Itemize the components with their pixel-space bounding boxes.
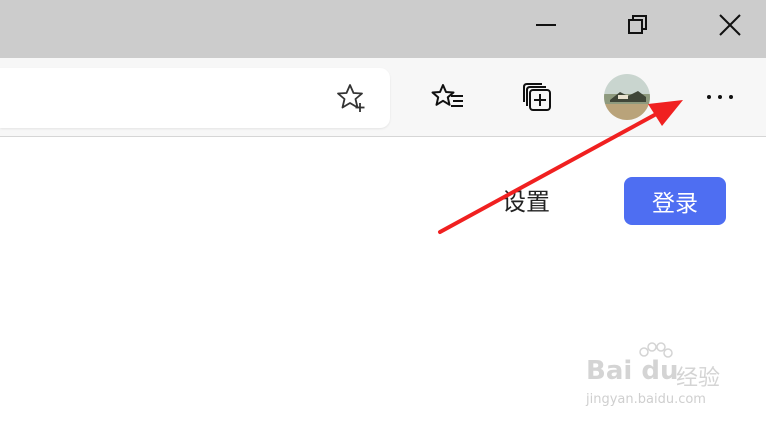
close-button[interactable] <box>702 0 758 50</box>
favorites-button[interactable] <box>428 78 468 118</box>
minimize-icon <box>536 24 556 26</box>
more-icon <box>707 95 733 99</box>
address-bar[interactable] <box>0 68 390 128</box>
profile-icon <box>604 74 650 120</box>
settings-link[interactable]: 设置 <box>502 182 550 217</box>
watermark-logo: Bai du <box>586 356 679 386</box>
title-bar <box>0 0 766 58</box>
add-favorite-button[interactable] <box>332 78 372 118</box>
more-options-button[interactable] <box>700 80 740 114</box>
login-button[interactable]: 登录 <box>624 177 726 225</box>
restore-button[interactable] <box>610 0 666 50</box>
restore-icon <box>628 15 647 34</box>
watermark-url: jingyan.baidu.com <box>586 392 706 407</box>
collections-button[interactable] <box>518 78 558 118</box>
star-add-icon <box>337 84 365 112</box>
browser-toolbar <box>0 58 766 137</box>
profile-avatar[interactable] <box>604 74 650 120</box>
close-icon <box>719 14 741 36</box>
minimize-button[interactable] <box>518 0 574 50</box>
baidu-watermark: Bai du 经验 jingyan.baidu.com <box>586 342 736 412</box>
watermark-brand: 经验 <box>676 366 721 391</box>
favorites-list-icon <box>431 84 463 107</box>
collections-icon <box>523 83 551 111</box>
